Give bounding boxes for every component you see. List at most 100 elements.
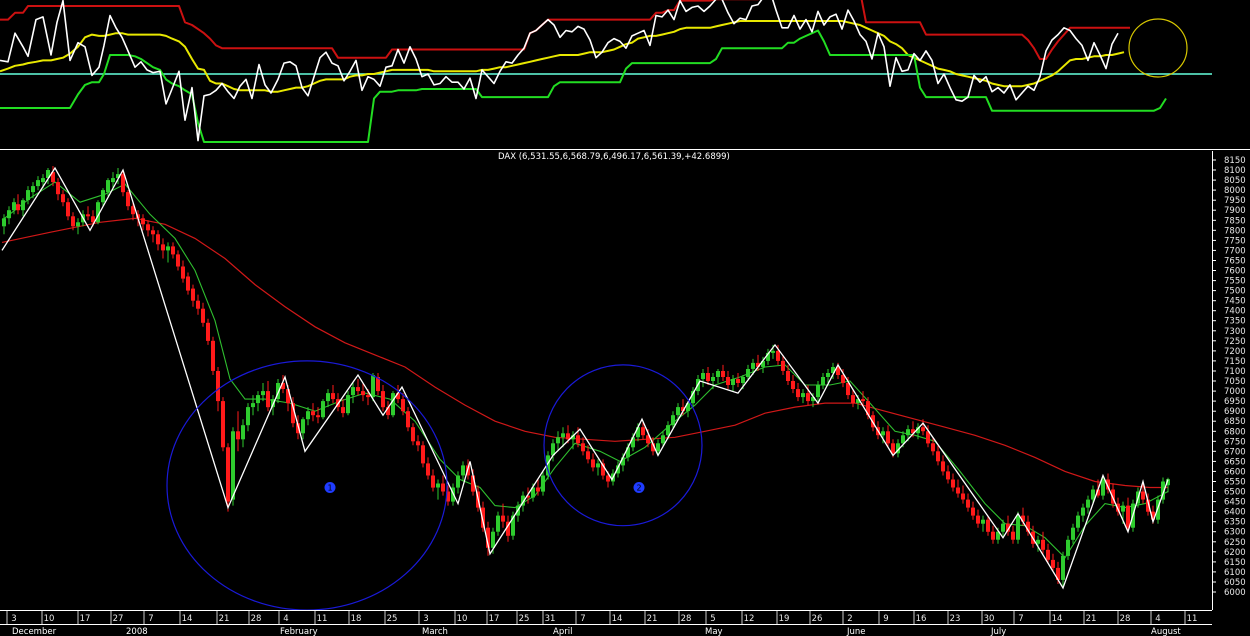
candle-body xyxy=(746,369,750,377)
candle-body xyxy=(166,246,170,251)
candle-body xyxy=(301,419,305,434)
x-day-label: 4 xyxy=(1155,614,1160,624)
y-tick-label: 7600 xyxy=(1224,267,1246,277)
y-tick-label: 6300 xyxy=(1224,528,1246,538)
candle-body xyxy=(2,218,6,227)
candle-body xyxy=(56,182,60,195)
candle-body xyxy=(251,403,255,408)
candle-body xyxy=(781,360,785,371)
y-tick-label: 7350 xyxy=(1224,317,1246,327)
y-tick-label: 7300 xyxy=(1224,327,1246,337)
candle-body xyxy=(666,425,670,436)
y-tick-label: 8100 xyxy=(1224,166,1246,176)
x-day-label: 14 xyxy=(182,614,193,624)
x-day-label: 18 xyxy=(351,614,362,624)
candle-body xyxy=(106,180,110,193)
candle-body xyxy=(171,246,175,255)
y-tick-label: 7850 xyxy=(1224,216,1246,226)
y-tick-label: 7000 xyxy=(1224,387,1246,397)
candle-body xyxy=(1066,539,1070,556)
x-month-label: June xyxy=(846,627,866,636)
candle-body xyxy=(1071,527,1075,540)
x-day-label: 28 xyxy=(1120,614,1131,624)
x-day-label: 12 xyxy=(744,614,755,624)
x-month-label: February xyxy=(280,627,318,636)
candle-body xyxy=(496,515,500,532)
y-tick-label: 6800 xyxy=(1224,427,1246,437)
candle-body xyxy=(981,519,985,524)
candle-body xyxy=(176,254,180,267)
candle-body xyxy=(211,340,215,371)
y-tick-label: 6200 xyxy=(1224,548,1246,558)
candle-body xyxy=(391,393,395,416)
x-day-label: 25 xyxy=(519,614,530,624)
x-day-label: 4 xyxy=(283,614,288,624)
candle-body xyxy=(741,377,745,383)
candle-body xyxy=(311,411,315,416)
candle-body xyxy=(341,407,345,414)
x-day-label: 11 xyxy=(1187,614,1198,624)
candle-body xyxy=(246,407,250,426)
x-day-label: 7 xyxy=(580,614,585,624)
candle-body xyxy=(826,373,830,377)
candle-body xyxy=(491,531,495,548)
x-day-label: 28 xyxy=(681,614,692,624)
candle-body xyxy=(71,216,75,227)
candle-body xyxy=(256,395,260,404)
candle-body xyxy=(656,443,660,452)
y-tick-label: 7250 xyxy=(1224,337,1246,347)
candle-body xyxy=(201,308,205,323)
x-month-label: July xyxy=(990,627,1006,636)
x-day-label: 11 xyxy=(317,614,328,624)
candle-body xyxy=(901,435,905,444)
x-month-label: April xyxy=(553,627,572,636)
candle-body xyxy=(31,186,35,193)
candle-body xyxy=(976,515,980,524)
candle-body xyxy=(736,379,740,383)
x-day-label: 7 xyxy=(148,614,153,624)
x-day-label: 21 xyxy=(647,614,658,624)
y-tick-label: 6250 xyxy=(1224,538,1246,548)
x-day-label: 19 xyxy=(779,614,790,624)
candle-body xyxy=(206,322,210,341)
candle-body xyxy=(461,465,465,476)
candle-body xyxy=(1101,479,1105,496)
candle-body xyxy=(151,230,155,235)
candle-body xyxy=(1041,539,1045,550)
candle-body xyxy=(421,445,425,464)
y-tick-label: 7400 xyxy=(1224,307,1246,317)
candle-body xyxy=(501,515,505,522)
candle-body xyxy=(326,393,330,402)
x-day-label: 31 xyxy=(545,614,556,624)
candle-body xyxy=(1076,515,1080,528)
y-tick-label: 6550 xyxy=(1224,478,1246,488)
x-day-label: 23 xyxy=(950,614,961,624)
pattern-marker-label: 1 xyxy=(327,484,332,493)
candle-body xyxy=(971,507,975,516)
candle-body xyxy=(921,427,925,432)
candle-body xyxy=(931,443,935,452)
candle-body xyxy=(76,222,80,227)
candle-body xyxy=(146,224,150,231)
candle-body xyxy=(751,362,755,369)
candle-body xyxy=(561,433,565,438)
candle-body xyxy=(161,244,165,251)
candle-body xyxy=(12,202,16,211)
candle xyxy=(221,397,225,452)
y-tick-label: 6650 xyxy=(1224,457,1246,467)
y-tick-label: 7550 xyxy=(1224,277,1246,287)
candle-body xyxy=(21,200,25,211)
candle-body xyxy=(456,475,460,488)
y-tick-label: 6000 xyxy=(1224,588,1246,598)
candle-body xyxy=(381,391,385,408)
candle-body xyxy=(126,192,130,207)
candle-body xyxy=(796,389,800,398)
y-tick-label: 7700 xyxy=(1224,246,1246,256)
candle-body xyxy=(676,407,680,416)
x-day-label: 2 xyxy=(847,614,852,624)
candle-body xyxy=(346,395,350,414)
candle-body xyxy=(186,276,190,291)
candle-body xyxy=(1141,491,1145,500)
x-month-label: August xyxy=(1151,627,1181,636)
candle-body xyxy=(671,415,675,426)
